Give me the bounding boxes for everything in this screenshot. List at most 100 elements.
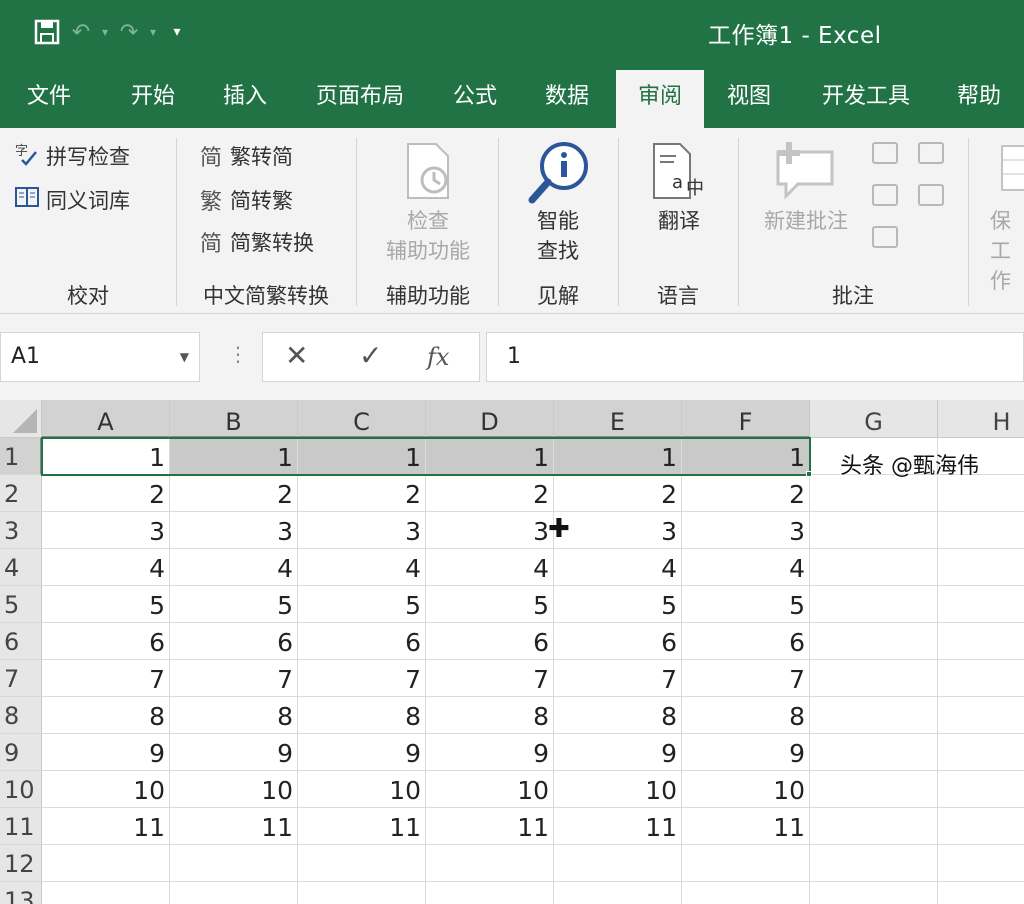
row-header-5[interactable]: 5 xyxy=(0,586,42,623)
cell-h13[interactable] xyxy=(938,882,1024,904)
cell-c5[interactable]: 5 xyxy=(298,586,426,623)
cell-f3[interactable]: 3 xyxy=(682,512,810,549)
cell-g5[interactable] xyxy=(810,586,938,623)
row-header-1[interactable]: 1 xyxy=(0,438,42,475)
protect-sheet-button[interactable]: 保 工作 xyxy=(990,206,1024,296)
redo-dropdown-icon[interactable]: ▾ xyxy=(146,25,160,39)
cell-b6[interactable]: 6 xyxy=(170,623,298,660)
cell-e2[interactable]: 2 xyxy=(554,475,682,512)
cell-a3[interactable]: 3 xyxy=(42,512,170,549)
cell-b13[interactable] xyxy=(170,882,298,904)
cell-h8[interactable] xyxy=(938,697,1024,734)
cell-h7[interactable] xyxy=(938,660,1024,697)
tab-home[interactable]: 开始 xyxy=(118,66,188,128)
cell-f5[interactable]: 5 xyxy=(682,586,810,623)
cell-h5[interactable] xyxy=(938,586,1024,623)
cell-e9[interactable]: 9 xyxy=(554,734,682,771)
cell-c2[interactable]: 2 xyxy=(298,475,426,512)
cell-c3[interactable]: 3 xyxy=(298,512,426,549)
tab-data[interactable]: 数据 xyxy=(532,66,602,128)
cell-c9[interactable]: 9 xyxy=(298,734,426,771)
translate-button[interactable]: 翻译 xyxy=(636,206,722,236)
cell-h12[interactable] xyxy=(938,845,1024,882)
next-comment-icon[interactable] xyxy=(872,226,898,248)
row-header-11[interactable]: 11 xyxy=(0,808,42,845)
cell-c12[interactable] xyxy=(298,845,426,882)
cell-b5[interactable]: 5 xyxy=(170,586,298,623)
cell-g11[interactable] xyxy=(810,808,938,845)
cell-a11[interactable]: 11 xyxy=(42,808,170,845)
cell-d13[interactable] xyxy=(426,882,554,904)
cell-f8[interactable]: 8 xyxy=(682,697,810,734)
row-header-8[interactable]: 8 xyxy=(0,697,42,734)
previous-comment-icon[interactable] xyxy=(872,184,898,206)
cell-h3[interactable] xyxy=(938,512,1024,549)
cell-d10[interactable]: 10 xyxy=(426,771,554,808)
cell-d4[interactable]: 4 xyxy=(426,549,554,586)
name-box[interactable]: A1 ▼ xyxy=(0,332,200,382)
cell-d11[interactable]: 11 xyxy=(426,808,554,845)
cell-g8[interactable] xyxy=(810,697,938,734)
column-header-d[interactable]: D xyxy=(426,400,554,438)
cell-h9[interactable] xyxy=(938,734,1024,771)
cell-g2[interactable] xyxy=(810,475,938,512)
cell-e1[interactable]: 1 xyxy=(554,438,682,475)
show-all-comments-icon[interactable] xyxy=(918,184,944,206)
cell-a4[interactable]: 4 xyxy=(42,549,170,586)
column-header-c[interactable]: C xyxy=(298,400,426,438)
cell-d9[interactable]: 9 xyxy=(426,734,554,771)
row-header-7[interactable]: 7 xyxy=(0,660,42,697)
simplified-to-traditional-button[interactable]: 繁 简转繁 xyxy=(196,184,293,216)
show-comment-icon[interactable] xyxy=(918,142,944,164)
cell-e13[interactable] xyxy=(554,882,682,904)
cell-a10[interactable]: 10 xyxy=(42,771,170,808)
delete-comment-icon[interactable] xyxy=(872,142,898,164)
cell-d7[interactable]: 7 xyxy=(426,660,554,697)
cancel-icon[interactable]: ✕ xyxy=(285,339,308,372)
cell-c8[interactable]: 8 xyxy=(298,697,426,734)
chinese-conversion-button[interactable]: 简 简繁转换 xyxy=(196,226,314,258)
fill-handle[interactable] xyxy=(806,471,812,477)
cell-g6[interactable] xyxy=(810,623,938,660)
cell-d2[interactable]: 2 xyxy=(426,475,554,512)
redo-icon[interactable]: ↷ xyxy=(112,14,146,50)
cell-f7[interactable]: 7 xyxy=(682,660,810,697)
tab-help[interactable]: 帮助 xyxy=(944,66,1014,128)
name-box-dropdown-icon[interactable]: ▼ xyxy=(180,333,189,381)
cell-f6[interactable]: 6 xyxy=(682,623,810,660)
tab-formulas[interactable]: 公式 xyxy=(440,66,510,128)
row-header-2[interactable]: 2 xyxy=(0,475,42,512)
cell-c1[interactable]: 1 xyxy=(298,438,426,475)
column-header-f[interactable]: F xyxy=(682,400,810,438)
tab-insert[interactable]: 插入 xyxy=(210,66,280,128)
cell-c7[interactable]: 7 xyxy=(298,660,426,697)
cell-e10[interactable]: 10 xyxy=(554,771,682,808)
cell-b8[interactable]: 8 xyxy=(170,697,298,734)
cell-a6[interactable]: 6 xyxy=(42,623,170,660)
cell-c6[interactable]: 6 xyxy=(298,623,426,660)
cell-b9[interactable]: 9 xyxy=(170,734,298,771)
column-header-b[interactable]: B xyxy=(170,400,298,438)
cell-h2[interactable] xyxy=(938,475,1024,512)
cell-d8[interactable]: 8 xyxy=(426,697,554,734)
cell-e8[interactable]: 8 xyxy=(554,697,682,734)
cell-g3[interactable] xyxy=(810,512,938,549)
spell-check-button[interactable]: 字 拼写检查 xyxy=(12,140,130,172)
cell-d6[interactable]: 6 xyxy=(426,623,554,660)
cell-a13[interactable] xyxy=(42,882,170,904)
cell-d3[interactable]: 3 xyxy=(426,512,554,549)
cell-b7[interactable]: 7 xyxy=(170,660,298,697)
tab-page-layout[interactable]: 页面布局 xyxy=(302,66,418,128)
cell-e4[interactable]: 4 xyxy=(554,549,682,586)
undo-dropdown-icon[interactable]: ▾ xyxy=(98,25,112,39)
cell-c10[interactable]: 10 xyxy=(298,771,426,808)
column-header-g[interactable]: G xyxy=(810,400,938,438)
cell-b3[interactable]: 3 xyxy=(170,512,298,549)
cell-g7[interactable] xyxy=(810,660,938,697)
undo-icon[interactable]: ↶ xyxy=(64,14,98,50)
cell-c11[interactable]: 11 xyxy=(298,808,426,845)
row-header-9[interactable]: 9 xyxy=(0,734,42,771)
tab-file[interactable]: 文件 xyxy=(14,66,84,128)
cell-b2[interactable]: 2 xyxy=(170,475,298,512)
cell-g12[interactable] xyxy=(810,845,938,882)
